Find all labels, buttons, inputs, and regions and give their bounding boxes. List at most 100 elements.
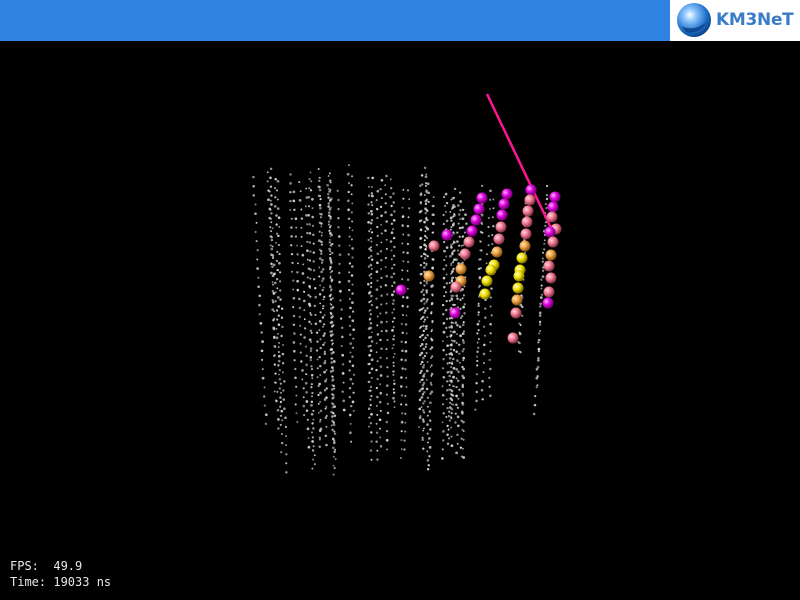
optical-module-dot — [281, 362, 285, 365]
optical-module-dot — [384, 193, 387, 196]
optical-module-dot — [448, 317, 452, 320]
optical-module-dot — [384, 266, 387, 269]
optical-module-dot — [370, 367, 374, 371]
optical-module-dot — [452, 366, 456, 370]
optical-module-dot — [428, 455, 431, 458]
optical-module-dot — [476, 350, 479, 354]
optical-module-dot — [426, 423, 429, 426]
optical-module-dot — [309, 268, 312, 271]
optical-module-dot — [458, 226, 462, 230]
optical-module-dot — [352, 310, 355, 313]
optical-module-dot — [284, 434, 288, 438]
optical-module-dot — [330, 357, 333, 360]
optical-module-dot — [385, 311, 388, 314]
optical-module-dot — [426, 414, 429, 417]
optical-module-dot — [312, 251, 316, 254]
optical-module-dot — [489, 367, 492, 371]
optical-module-dot — [278, 378, 282, 381]
optical-module-dot — [330, 251, 334, 255]
optical-module-dot — [320, 252, 323, 255]
optical-module-dot — [324, 359, 327, 363]
optical-module-dot — [325, 396, 328, 399]
optical-module-dot — [311, 467, 314, 470]
optical-module-dot — [422, 364, 426, 367]
optical-module-dot — [280, 451, 283, 454]
optical-module-dot — [330, 312, 333, 315]
optical-module-dot — [341, 390, 344, 393]
optical-module-dot — [463, 312, 466, 315]
event-display-viewer[interactable]: KM3NeT FPS: 49.9 Time: 19033 ns — [0, 0, 800, 600]
optical-module-dot — [478, 320, 481, 323]
optical-module-dot — [333, 430, 336, 433]
optical-module-dot — [441, 421, 444, 424]
optical-module-dot — [420, 219, 423, 222]
optical-module-dot — [282, 344, 285, 346]
optical-module-dot — [442, 276, 446, 280]
optical-module-dot — [319, 195, 322, 198]
optical-module-dot — [442, 412, 445, 415]
optical-module-dot — [281, 419, 284, 422]
optical-module-dot — [276, 250, 279, 253]
optical-module-dot — [370, 212, 374, 216]
optical-module-dot — [421, 343, 423, 345]
optical-module-dot — [277, 364, 280, 367]
hit-sphere — [501, 188, 513, 200]
optical-module-dot — [292, 306, 295, 309]
hit-sphere — [479, 288, 491, 300]
optical-module-dot — [351, 220, 354, 223]
optical-module-dot — [273, 205, 277, 208]
optical-module-dot — [307, 205, 311, 208]
optical-module-dot — [351, 301, 354, 304]
fps-label: FPS: — [10, 559, 39, 573]
optical-module-dot — [419, 282, 422, 285]
optical-module-dot — [449, 397, 452, 400]
optical-module-dot — [275, 214, 278, 217]
optical-module-dot — [299, 324, 302, 327]
optical-module-dot — [276, 408, 280, 412]
optical-module-dot — [426, 441, 429, 444]
optical-module-dot — [321, 316, 325, 319]
optical-module-dot — [334, 448, 337, 451]
optical-module-dot — [393, 379, 396, 382]
optical-module-dot — [431, 267, 434, 270]
optical-module-dot — [449, 216, 453, 220]
optical-module-dot — [272, 327, 276, 331]
optical-module-dot — [264, 413, 268, 417]
optical-module-dot — [461, 208, 464, 211]
optical-module-dot — [352, 328, 355, 332]
optical-module-dot — [392, 388, 395, 391]
optical-module-dot — [424, 211, 427, 215]
optical-module-dot — [305, 409, 309, 412]
optical-module-dot — [313, 463, 316, 466]
optical-module-dot — [458, 325, 462, 329]
optical-module-dot — [404, 430, 407, 433]
optical-module-dot — [454, 421, 457, 424]
optical-module-dot — [424, 184, 427, 187]
optical-module-dot — [406, 260, 410, 264]
optical-module-dot — [279, 400, 283, 404]
optical-module-dot — [404, 394, 407, 397]
optical-module-dot — [369, 403, 372, 407]
optical-module-dot — [477, 302, 480, 305]
optical-module-dot — [400, 403, 403, 406]
optical-module-dot — [350, 265, 354, 268]
optical-module-dot — [400, 376, 403, 379]
optical-module-dot — [331, 315, 334, 318]
optical-module-dot — [537, 350, 540, 353]
optical-module-dot — [318, 429, 322, 432]
optical-module-dot — [327, 223, 330, 226]
optical-module-dot — [462, 321, 465, 324]
optical-module-dot — [371, 331, 373, 334]
optical-module-dot — [461, 350, 464, 353]
optical-module-dot — [380, 232, 383, 235]
optical-module-dot — [453, 187, 457, 191]
optical-module-dot — [390, 258, 393, 261]
optical-module-dot — [299, 190, 302, 193]
optical-module-dot — [273, 187, 277, 190]
optical-module-dot — [390, 231, 394, 235]
optical-module-dot — [368, 230, 371, 233]
3d-scene-canvas[interactable] — [0, 41, 800, 600]
optical-module-dot — [425, 173, 428, 176]
optical-module-dot — [474, 408, 477, 411]
optical-module-dot — [370, 218, 374, 222]
